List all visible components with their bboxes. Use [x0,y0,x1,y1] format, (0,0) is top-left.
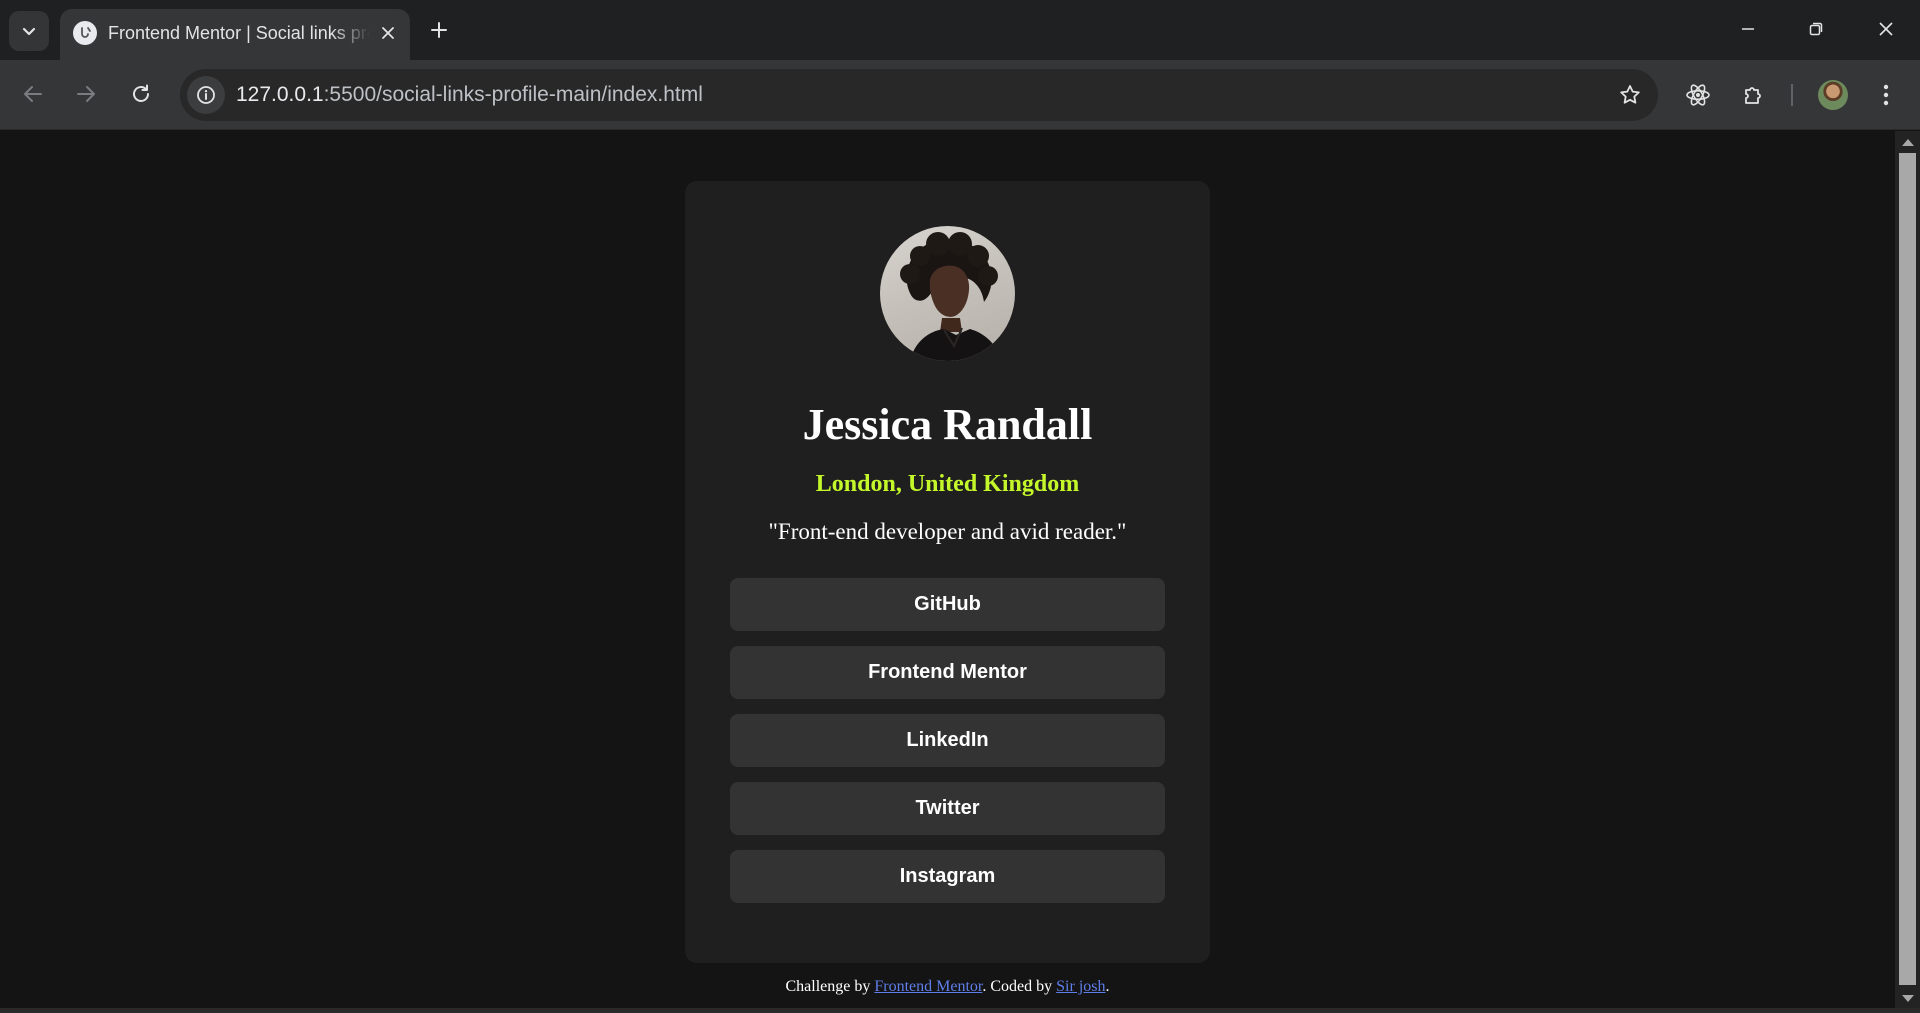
attribution-footer: Challenge by Frontend Mentor. Coded by S… [0,977,1895,997]
back-button[interactable] [13,74,53,114]
profile-location: London, United Kingdom [815,471,1080,497]
tab-title: Frontend Mentor | Social links profile [108,23,370,43]
attribution-middle: . Coded by [982,978,1057,995]
reload-icon [133,84,149,102]
scroll-up-arrow[interactable] [1902,139,1914,146]
tab-strip: Frontend Mentor | Social links profile [0,0,1920,60]
instagram-link-button[interactable]: Instagram [730,850,1165,903]
scroll-thumb[interactable] [1899,153,1916,985]
url-text[interactable]: 127.0.0.1:5500/social-links-profile-main… [236,82,703,108]
frontend-mentor-link-button[interactable]: Frontend Mentor [730,646,1165,699]
attribution-prefix: Challenge by [785,978,875,995]
profile-bio: "Front-end developer and avid reader." [768,519,1127,544]
close-icon[interactable] [376,21,400,45]
puzzle-icon [1745,87,1761,104]
attribution-suffix: . [1105,978,1110,995]
browser-toolbar: 127.0.0.1:5500/social-links-profile-main… [0,60,1920,130]
profile-avatar[interactable] [1818,80,1848,110]
window-bottom-edge [0,1008,1920,1013]
tab-search-button[interactable] [9,11,49,51]
forward-arrow-icon [77,86,95,102]
kebab-menu-icon [1883,84,1889,106]
forward-button[interactable] [66,74,106,114]
site-info-button[interactable] [187,76,225,114]
react-devtools-button[interactable] [1678,75,1718,115]
plus-icon [431,22,447,38]
favicon-icon [73,21,97,45]
address-bar[interactable]: 127.0.0.1:5500/social-links-profile-main… [180,69,1658,121]
reload-button[interactable] [121,74,161,114]
browser-menu-button[interactable] [1866,75,1906,115]
linkedin-link-button[interactable]: LinkedIn [730,714,1165,767]
info-icon [197,86,215,104]
back-arrow-icon [24,86,42,102]
minimize-icon [1742,28,1754,30]
minimize-button[interactable] [1714,0,1782,58]
extensions-button[interactable] [1734,75,1774,115]
github-link-button[interactable]: GitHub [730,578,1165,631]
url-host: 127.0.0.1 [236,83,324,106]
profile-photo [880,226,1015,361]
bookmark-button[interactable] [1614,79,1646,111]
profile-name: Jessica Randall [802,400,1093,449]
new-tab-button[interactable] [424,12,454,48]
chevron-down-icon [22,27,36,36]
active-tab[interactable]: Frontend Mentor | Social links profile [60,9,410,60]
restore-icon [1809,22,1823,36]
page-viewport: Jessica Randall London, United Kingdom "… [0,131,1895,1008]
window-close-button[interactable] [1852,0,1920,58]
toolbar-divider [1791,84,1793,106]
twitter-link-button[interactable]: Twitter [730,782,1165,835]
url-path: :5500/social-links-profile-main/index.ht… [323,83,703,106]
scroll-down-arrow[interactable] [1902,995,1914,1002]
challenge-link[interactable]: Frontend Mentor [874,978,982,995]
restore-button[interactable] [1782,0,1850,58]
profile-card: Jessica Randall London, United Kingdom "… [685,181,1210,963]
star-icon [1620,85,1640,104]
social-links-list: GitHub Frontend Mentor LinkedIn Twitter … [730,578,1165,918]
window-close-icon [1879,22,1893,36]
react-icon [1686,84,1710,106]
vertical-scrollbar[interactable] [1895,131,1920,1008]
author-link[interactable]: Sir josh [1056,978,1105,995]
